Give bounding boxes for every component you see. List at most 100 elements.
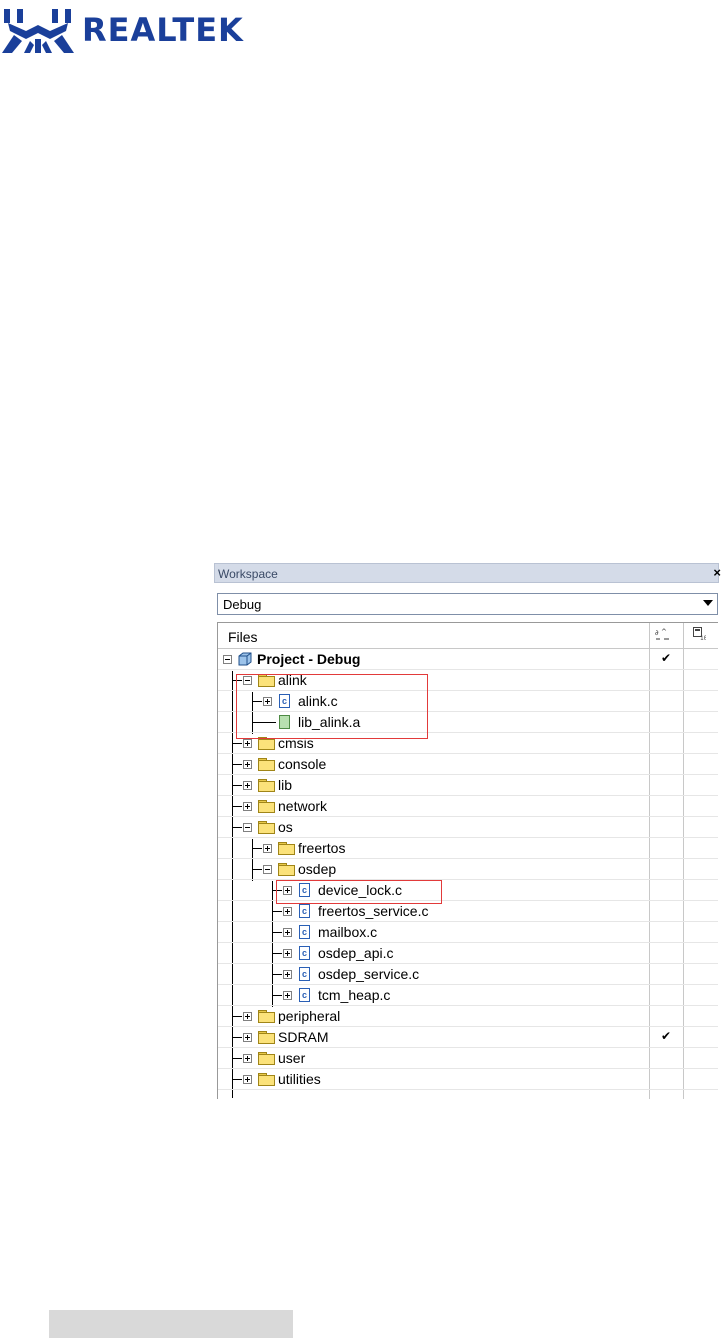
- project-icon: [238, 652, 252, 666]
- tree-item-label: osdep_service.c: [318, 966, 420, 982]
- tree-row-network[interactable]: network: [218, 796, 718, 817]
- expand-icon[interactable]: [263, 844, 272, 853]
- tree-item-label: network: [278, 798, 328, 814]
- highlight-box-device-lock: [276, 880, 442, 904]
- expand-icon[interactable]: [283, 949, 292, 958]
- tree-line: [232, 785, 242, 786]
- workspace-titlebar: Workspace: [214, 563, 719, 583]
- tree-line: [232, 1079, 242, 1080]
- expand-icon[interactable]: [243, 1054, 252, 1063]
- realtek-logo: Realtek: [0, 5, 280, 57]
- tree-line: [232, 827, 242, 828]
- tree-item-label: peripheral: [278, 1008, 341, 1024]
- workspace-title: Workspace: [218, 567, 278, 581]
- tree-row-osdep-api[interactable]: c osdep_api.c: [218, 943, 718, 964]
- check-icon: ✔: [661, 651, 672, 665]
- collapse-icon[interactable]: [223, 655, 232, 664]
- tree-row-os[interactable]: os: [218, 817, 718, 838]
- tree-row-peripheral[interactable]: peripheral: [218, 1006, 718, 1027]
- expand-icon[interactable]: [283, 928, 292, 937]
- tree-line: [272, 953, 282, 954]
- chevron-down-icon[interactable]: [703, 600, 713, 606]
- tree-line: [232, 806, 242, 807]
- folder-icon: [258, 1031, 275, 1044]
- c-file-icon: c: [299, 946, 310, 960]
- compile-info-icon[interactable]: 10: [693, 627, 706, 641]
- tree-row-console[interactable]: console: [218, 754, 718, 775]
- tree-item-label: tcm_heap.c: [318, 987, 391, 1003]
- workspace-panel: Workspace × Debug Files ∂ ^ 10 Project -…: [214, 563, 721, 1099]
- tree-item-label: SDRAM: [278, 1029, 329, 1045]
- tree-row-sdram[interactable]: SDRAM ✔: [218, 1027, 718, 1048]
- highlight-box-alink: [236, 674, 428, 739]
- close-icon[interactable]: ×: [713, 565, 721, 580]
- folder-icon: [258, 821, 275, 834]
- folder-icon: [278, 842, 295, 855]
- svg-text:∂: ∂: [655, 629, 659, 637]
- tree-item-label: freertos: [298, 840, 346, 856]
- c-file-icon: c: [299, 925, 310, 939]
- collapse-icon[interactable]: [263, 865, 272, 874]
- collapse-icon[interactable]: [243, 823, 252, 832]
- tree-line: [232, 764, 242, 765]
- files-column-header[interactable]: Files: [228, 629, 258, 645]
- tree-row-freertos-service[interactable]: c freertos_service.c: [218, 901, 718, 922]
- tree-item-label: osdep_api.c: [318, 945, 394, 961]
- expand-icon[interactable]: [243, 1075, 252, 1084]
- tree-line: [252, 848, 262, 849]
- svg-text:10: 10: [700, 635, 706, 641]
- tree-row-mailbox[interactable]: c mailbox.c: [218, 922, 718, 943]
- expand-icon[interactable]: [243, 1033, 252, 1042]
- expand-icon[interactable]: [243, 781, 252, 790]
- folder-icon: [258, 779, 275, 792]
- tree-row-osdep-service[interactable]: c osdep_service.c: [218, 964, 718, 985]
- tree-line: [232, 1058, 242, 1059]
- file-tree: Files ∂ ^ 10 Project - Debug ✔ alink c a…: [217, 622, 718, 1099]
- tree-row-utilities[interactable]: utilities: [218, 1069, 718, 1090]
- tree-item-label: utilities: [278, 1071, 321, 1087]
- tree-item-label: lib: [278, 777, 293, 793]
- check-icon: ✔: [661, 1029, 672, 1043]
- tree-row-lib[interactable]: lib: [218, 775, 718, 796]
- tree-item-label: mailbox.c: [318, 924, 378, 940]
- build-status-icon[interactable]: ∂ ^: [655, 628, 671, 642]
- tree-header: Files ∂ ^ 10: [218, 623, 718, 649]
- tree-row-user[interactable]: user: [218, 1048, 718, 1069]
- tree-item-label: os: [278, 819, 293, 835]
- folder-icon: [258, 1010, 275, 1023]
- tree-item-label: user: [278, 1050, 306, 1066]
- logo-text: Realtek: [82, 11, 244, 49]
- folder-icon: [278, 863, 295, 876]
- tree-item-label: console: [278, 756, 327, 772]
- c-file-icon: c: [299, 967, 310, 981]
- tree-line: [252, 869, 262, 870]
- tree-line: [272, 995, 282, 996]
- expand-icon[interactable]: [243, 1012, 252, 1021]
- tree-item-label: osdep: [298, 861, 337, 877]
- expand-icon[interactable]: [243, 739, 252, 748]
- expand-icon[interactable]: [243, 760, 252, 769]
- realtek-crab-logo-icon: [2, 9, 74, 53]
- expand-icon[interactable]: [243, 802, 252, 811]
- expand-icon[interactable]: [283, 907, 292, 916]
- folder-icon: [258, 1052, 275, 1065]
- tree-line: [272, 932, 282, 933]
- tree-row-tcm-heap[interactable]: c tcm_heap.c: [218, 985, 718, 1006]
- expand-icon[interactable]: [283, 970, 292, 979]
- tree-item-label: Project - Debug: [257, 651, 361, 667]
- configuration-select[interactable]: Debug: [217, 593, 718, 615]
- folder-icon: [258, 800, 275, 813]
- tree-row-osdep[interactable]: osdep: [218, 859, 718, 880]
- tree-item-label: freertos_service.c: [318, 903, 429, 919]
- tree-row-project[interactable]: Project - Debug ✔: [218, 649, 718, 670]
- tree-line: [232, 1037, 242, 1038]
- configuration-value: Debug: [223, 597, 262, 612]
- tree-line: [232, 743, 242, 744]
- expand-icon[interactable]: [283, 991, 292, 1000]
- tree-row-freertos[interactable]: freertos: [218, 838, 718, 859]
- folder-icon: [258, 758, 275, 771]
- tree-line: [272, 974, 282, 975]
- realtek-wordmark: Realtek: [82, 11, 244, 49]
- c-file-icon: c: [299, 904, 310, 918]
- tree-line: [232, 1016, 242, 1017]
